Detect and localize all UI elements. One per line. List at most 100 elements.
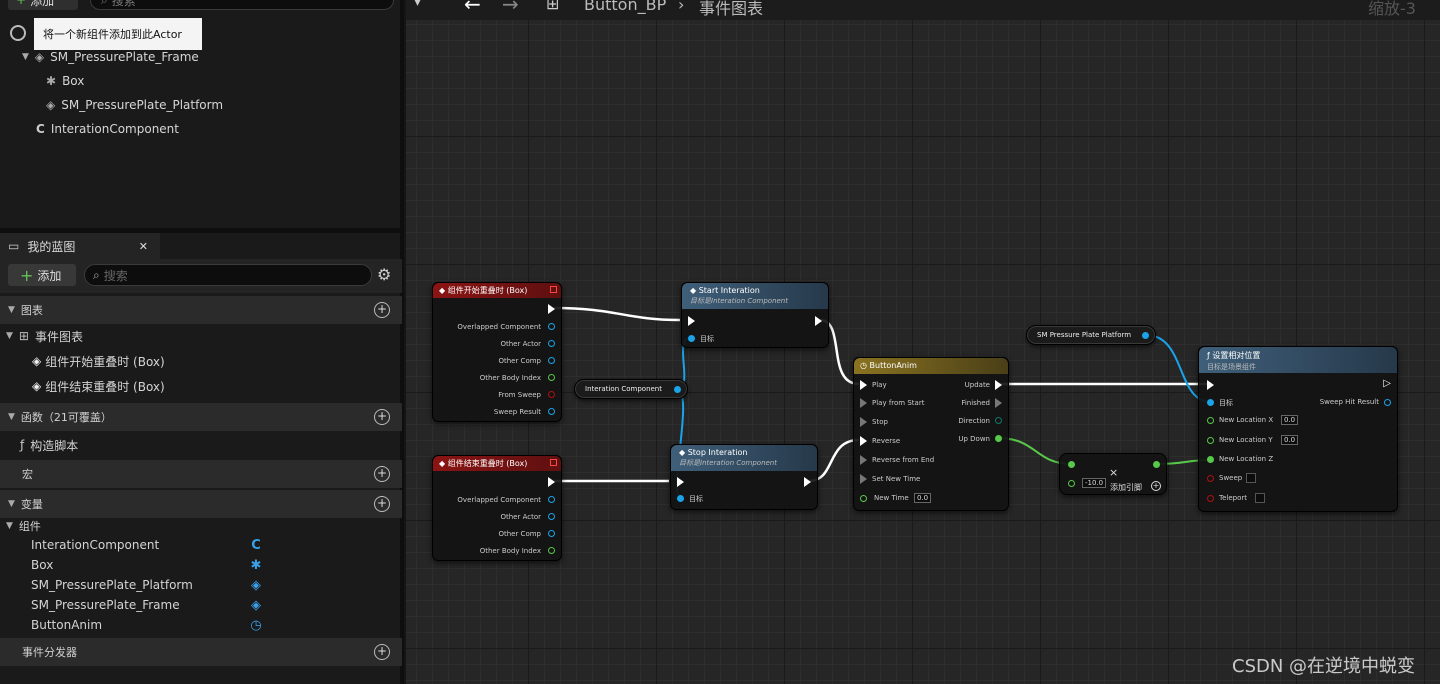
target-pin[interactable] — [677, 495, 684, 502]
category-graphs[interactable]: ▼ 图表 + — [0, 296, 402, 324]
exec-out-pin[interactable] — [548, 304, 555, 314]
location-x-input[interactable]: 0.0 — [1281, 415, 1299, 425]
variable-item[interactable]: Box — [31, 555, 53, 575]
start-interation-node[interactable]: ◆ Start Interation 目标是Interation Compone… — [681, 282, 829, 348]
begin-overlap-node[interactable]: ◆ 组件开始重叠时 (Box) Overlapped Component Oth… — [432, 282, 562, 422]
exec-in-pin[interactable] — [860, 417, 867, 427]
plus-circle-icon[interactable]: + — [1151, 481, 1161, 491]
variable-item[interactable]: InterationComponent — [31, 535, 159, 555]
add-value-input[interactable]: -10.0 — [1082, 478, 1107, 488]
exec-out-pin[interactable] — [815, 316, 822, 326]
construction-script-item[interactable]: ƒ 构造脚本 — [20, 435, 78, 455]
struct-pin[interactable] — [1384, 399, 1391, 406]
object-pin[interactable] — [548, 513, 555, 520]
new-time-input[interactable]: 0.0 — [914, 493, 932, 503]
float-pin[interactable] — [1207, 456, 1214, 463]
event-end-overlap-item[interactable]: ◈ 组件结束重叠时 (Box) — [32, 376, 165, 396]
variable-item[interactable]: SM_PressurePlate_Platform — [31, 575, 193, 595]
interation-component-variable[interactable]: Interation Component — [574, 379, 688, 399]
object-pin[interactable] — [1142, 332, 1149, 339]
chevron-down-icon: ▼ — [6, 521, 13, 531]
add-member-button[interactable]: + 添加 — [8, 264, 76, 286]
int-pin[interactable] — [548, 547, 555, 554]
float-pin[interactable] — [1207, 417, 1214, 424]
int-pin[interactable] — [548, 374, 555, 381]
exec-out-pin[interactable] — [548, 477, 555, 487]
plus-icon: + — [16, 0, 27, 7]
event-begin-overlap-item[interactable]: ◈ 组件开始重叠时 (Box) — [32, 351, 165, 371]
variable-item[interactable]: SM_PressurePlate_Frame — [31, 595, 180, 615]
float-pin[interactable] — [1153, 461, 1160, 468]
component-search-input[interactable]: ⌕搜索 — [90, 0, 394, 10]
event-graph-item[interactable]: ▼ ⊞ 事件图表 — [6, 326, 83, 346]
add-macro-icon[interactable]: + — [374, 466, 390, 482]
teleport-checkbox[interactable] — [1255, 493, 1265, 503]
float-pin[interactable] — [1068, 461, 1075, 468]
object-pin[interactable] — [548, 357, 555, 364]
static-mesh-icon: ◈ — [34, 50, 45, 64]
location-y-input[interactable]: 0.0 — [1281, 435, 1299, 445]
timeline-node[interactable]: ◷ ButtonAnim Play Play from Start Stop R… — [853, 357, 1009, 511]
exec-in-pin[interactable] — [677, 477, 684, 487]
stop-interation-node[interactable]: ◆ Stop Interation 目标是Interation Componen… — [670, 444, 818, 510]
node-header: ◆ 组件结束重叠时 (Box) — [433, 456, 561, 471]
settings-gear-icon[interactable]: ⚙ — [377, 265, 391, 284]
exec-in-pin[interactable] — [860, 380, 867, 390]
add-variable-icon[interactable]: + — [374, 496, 390, 512]
add-function-icon[interactable]: + — [374, 409, 390, 425]
bool-pin[interactable] — [1207, 495, 1214, 502]
set-relative-location-node[interactable]: ƒ 设置相对位置 目标是场景组件 ▷ 目标 Sweep Hit Result N… — [1198, 346, 1398, 512]
struct-pin[interactable] — [548, 408, 555, 415]
search-icon: ⌕ — [101, 0, 108, 8]
add-component-button[interactable]: + 添加 — [8, 0, 78, 10]
target-pin[interactable] — [688, 335, 695, 342]
category-functions[interactable]: ▼ 函数（21可覆盖） + — [0, 403, 402, 431]
object-pin[interactable] — [548, 323, 555, 330]
add-dispatcher-icon[interactable]: + — [374, 644, 390, 660]
bool-pin[interactable] — [548, 391, 555, 398]
float-pin[interactable] — [1068, 480, 1075, 487]
components-subcategory[interactable]: ▼ 组件 — [6, 516, 41, 536]
tree-item-platform[interactable]: ◈ SM_PressurePlate_Platform — [46, 95, 223, 115]
float-pin[interactable] — [1207, 437, 1214, 444]
category-variables[interactable]: ▼ 变量 + — [0, 490, 402, 518]
object-pin[interactable] — [548, 340, 555, 347]
end-overlap-node[interactable]: ◆ 组件结束重叠时 (Box) Overlapped Component Oth… — [432, 455, 562, 561]
category-macros[interactable]: 宏 + — [0, 460, 402, 488]
object-pin[interactable] — [674, 386, 681, 393]
blueprint-search-input[interactable]: ⌕ 搜索 — [84, 264, 372, 286]
add-pin-button[interactable]: 添加引脚 — [1110, 482, 1142, 493]
exec-out-outline-icon: ▷ — [1383, 378, 1391, 389]
tree-item-box[interactable]: ✱ Box — [46, 71, 84, 91]
tree-item-interation[interactable]: C InterationComponent — [36, 119, 179, 139]
category-dispatchers[interactable]: 事件分发器 + — [0, 638, 402, 666]
exec-out-pin[interactable] — [995, 398, 1002, 408]
exec-in-pin[interactable] — [860, 455, 867, 465]
left-panel: +添加 ⌕搜索 将一个新组件添加到此Actor ▼ ◈ SM_PressureP… — [0, 0, 404, 684]
tab-my-blueprint[interactable]: ▭ 我的蓝图 ✕ — [0, 233, 160, 259]
pin-label: New Time — [874, 494, 909, 502]
exec-in-pin[interactable] — [860, 474, 867, 484]
target-pin[interactable] — [1207, 399, 1214, 406]
float-pin[interactable] — [995, 435, 1002, 442]
bool-pin[interactable] — [1207, 475, 1214, 482]
close-icon[interactable]: ✕ — [139, 240, 148, 253]
exec-out-pin[interactable] — [995, 380, 1002, 390]
exec-in-pin[interactable] — [860, 398, 867, 408]
float-pin[interactable] — [860, 495, 867, 502]
variable-item[interactable]: ButtonAnim — [31, 615, 102, 635]
add-graph-icon[interactable]: + — [374, 302, 390, 318]
event-graph-canvas[interactable]: ▾ ← → ⊞ Button_BP › 事件图表 缩放-3 ◆ 组件开始重叠时 … — [406, 0, 1440, 684]
add-float-node[interactable]: -10.0 × 添加引脚 + — [1059, 453, 1167, 495]
tree-item-frame[interactable]: ▼ ◈ SM_PressurePlate_Frame — [22, 47, 199, 67]
object-pin[interactable] — [548, 530, 555, 537]
exec-in-pin[interactable] — [688, 316, 695, 326]
exec-in-pin[interactable] — [1207, 380, 1214, 390]
function-icon: ◆ — [690, 286, 699, 295]
sweep-checkbox[interactable] — [1246, 473, 1256, 483]
object-pin[interactable] — [548, 496, 555, 503]
exec-in-pin[interactable] — [860, 436, 867, 446]
exec-out-pin[interactable] — [804, 477, 811, 487]
platform-variable[interactable]: SM Pressure Plate Platform — [1026, 325, 1156, 345]
enum-pin[interactable] — [995, 417, 1002, 424]
